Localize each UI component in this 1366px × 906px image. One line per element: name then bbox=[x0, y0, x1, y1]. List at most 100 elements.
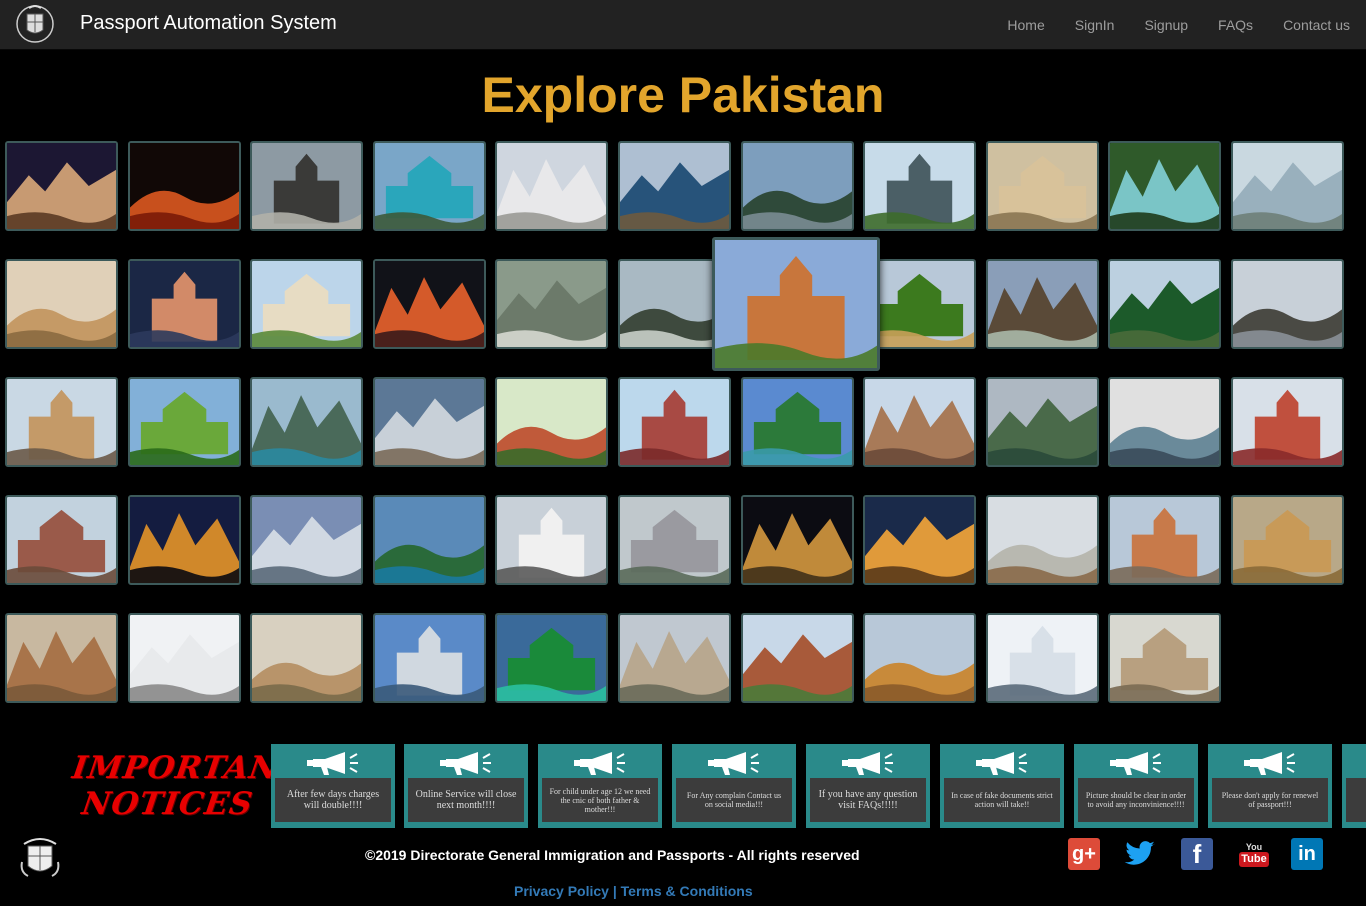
nav-faqs[interactable]: FAQs bbox=[1203, 0, 1268, 50]
notice-card[interactable]: In case of fake documents strict action … bbox=[940, 744, 1064, 828]
gallery-photo-tile[interactable] bbox=[863, 495, 977, 585]
notice-card[interactable]: For child under age 12 we need the cnic … bbox=[538, 744, 662, 828]
gallery-photo-tile[interactable] bbox=[250, 259, 364, 349]
emblem-logo-icon[interactable] bbox=[15, 4, 55, 44]
gallery-photo-tile[interactable] bbox=[863, 377, 977, 467]
nav-signin[interactable]: SignIn bbox=[1060, 0, 1130, 50]
notice-body: Picture should be clear in order to avoi… bbox=[1078, 778, 1194, 822]
google-plus-icon[interactable]: g+ bbox=[1068, 838, 1100, 870]
gallery-photo-tile[interactable] bbox=[372, 259, 486, 349]
gallery-photo-tile[interactable] bbox=[250, 613, 364, 703]
facebook-icon[interactable]: f bbox=[1181, 838, 1213, 870]
footer-links: Privacy Policy | Terms & Conditions bbox=[514, 883, 753, 899]
gallery-photo-tile[interactable] bbox=[1108, 613, 1222, 703]
gallery-photo-tile[interactable] bbox=[1231, 377, 1344, 467]
notice-body: For Any complain Contact us on social me… bbox=[676, 778, 792, 822]
gallery-photo-tile[interactable] bbox=[5, 141, 118, 231]
gallery-photo-tile[interactable] bbox=[1231, 495, 1344, 585]
gallery-photo-tile[interactable] bbox=[372, 141, 486, 231]
gallery-photo-tile[interactable] bbox=[5, 495, 118, 585]
notice-card[interactable]: Please don't apply for renewel of passpo… bbox=[1208, 744, 1332, 828]
gallery-photo-tile[interactable] bbox=[250, 141, 364, 231]
terms-conditions-link[interactable]: Terms & Conditions bbox=[621, 883, 753, 899]
notice-body: After few days charges will double!!!! bbox=[275, 778, 391, 822]
gallery-photo-tile[interactable] bbox=[618, 141, 731, 231]
privacy-policy-link[interactable]: Privacy Policy bbox=[514, 883, 609, 899]
gallery-photo-tile[interactable] bbox=[495, 613, 609, 703]
notice-card[interactable]: Online Service will close next month!!!! bbox=[404, 744, 528, 828]
gallery-photo-tile[interactable] bbox=[985, 141, 1099, 231]
gallery-photo-tile[interactable] bbox=[1231, 141, 1344, 231]
gallery-photo-tile[interactable] bbox=[740, 141, 854, 231]
gallery-photo-tile[interactable] bbox=[985, 259, 1099, 349]
landscape-photo-icon bbox=[7, 379, 116, 465]
landscape-photo-icon bbox=[374, 615, 484, 701]
gallery-photo-tile[interactable] bbox=[372, 495, 486, 585]
notice-card[interactable]: For Any complain Contact us on social me… bbox=[672, 744, 796, 828]
gallery-photo-tile[interactable] bbox=[1108, 259, 1222, 349]
landscape-photo-icon bbox=[987, 379, 1097, 465]
landscape-photo-icon bbox=[252, 615, 362, 701]
megaphone-icon bbox=[1346, 748, 1366, 778]
gallery-photo-tile[interactable] bbox=[127, 141, 241, 231]
landscape-photo-icon bbox=[987, 615, 1097, 701]
gallery-photo-tile[interactable] bbox=[863, 141, 977, 231]
gallery-photo-tile[interactable] bbox=[127, 259, 241, 349]
gallery-photo-tile[interactable] bbox=[495, 259, 609, 349]
gallery-photo-tile[interactable] bbox=[740, 377, 854, 467]
gallery-photo-tile[interactable] bbox=[250, 377, 364, 467]
landscape-photo-icon bbox=[1110, 143, 1220, 229]
landscape-photo-icon bbox=[1110, 379, 1220, 465]
gallery-photo-tile[interactable] bbox=[372, 377, 486, 467]
gallery-photo-tile[interactable] bbox=[985, 495, 1099, 585]
gallery-photo-tile[interactable] bbox=[1108, 141, 1222, 231]
gallery-photo-tile[interactable] bbox=[495, 495, 609, 585]
notice-card[interactable]: Picture should be clear in order to avoi… bbox=[1074, 744, 1198, 828]
gallery-photo-tile[interactable] bbox=[5, 377, 118, 467]
landscape-photo-icon bbox=[252, 379, 362, 465]
gallery-photo-tile[interactable] bbox=[127, 377, 241, 467]
gallery-photo-tile[interactable] bbox=[5, 259, 118, 349]
nav-home[interactable]: Home bbox=[992, 0, 1059, 50]
gallery-photo-tile[interactable] bbox=[618, 613, 731, 703]
notice-text: For Any complain Contact us on social me… bbox=[686, 791, 782, 809]
landscape-photo-icon bbox=[497, 615, 607, 701]
nav-contact-us[interactable]: Contact us bbox=[1268, 0, 1366, 50]
gallery-photo-tile[interactable] bbox=[618, 377, 731, 467]
gallery-photo-tile[interactable] bbox=[1108, 495, 1222, 585]
gallery-photo-tile[interactable] bbox=[495, 141, 609, 231]
gallery-photo-tile[interactable] bbox=[863, 259, 977, 349]
gallery-photo-tile[interactable] bbox=[5, 613, 118, 703]
notice-card[interactable]: Th... A... of... bbox=[1342, 744, 1366, 828]
notice-body: For child under age 12 we need the cnic … bbox=[542, 778, 658, 822]
gallery-photo-tile[interactable] bbox=[127, 613, 241, 703]
gallery-photo-tile[interactable] bbox=[1231, 259, 1344, 349]
brand-title[interactable]: Passport Automation System bbox=[80, 12, 337, 35]
gallery-photo-tile[interactable] bbox=[127, 495, 241, 585]
gallery-photo-tile[interactable] bbox=[250, 495, 364, 585]
twitter-icon[interactable] bbox=[1124, 838, 1156, 870]
linkedin-icon[interactable]: in bbox=[1291, 838, 1323, 870]
gallery-photo-tile[interactable] bbox=[1108, 377, 1222, 467]
notice-body: In case of fake documents strict action … bbox=[944, 778, 1060, 822]
copyright-text: ©2019 Directorate General Immigration an… bbox=[365, 847, 860, 863]
gallery-photo-tile[interactable] bbox=[740, 495, 854, 585]
gallery-photo-tile[interactable] bbox=[863, 613, 977, 703]
gallery-photo-tile[interactable] bbox=[740, 613, 854, 703]
gallery-photo-tile[interactable] bbox=[985, 613, 1099, 703]
page-title: Explore Pakistan bbox=[481, 67, 885, 123]
notices-marquee: IMPORTANT NOTICES After few days charges… bbox=[0, 740, 1366, 828]
landscape-photo-icon bbox=[715, 240, 877, 368]
gallery-photo-tile[interactable] bbox=[618, 495, 731, 585]
gallery-photo-tile[interactable] bbox=[712, 237, 880, 371]
gallery-photo-tile[interactable] bbox=[985, 377, 1099, 467]
landscape-photo-icon bbox=[987, 261, 1097, 347]
notice-card[interactable]: After few days charges will double!!!! bbox=[271, 744, 395, 828]
notice-card[interactable]: If you have any question visit FAQs!!!!! bbox=[806, 744, 930, 828]
nav-signup[interactable]: Signup bbox=[1129, 0, 1203, 50]
landscape-photo-icon bbox=[497, 379, 607, 465]
gallery-photo-tile[interactable] bbox=[495, 377, 609, 467]
youtube-icon[interactable]: You Tube bbox=[1238, 838, 1270, 870]
landscape-photo-icon bbox=[1233, 143, 1342, 229]
gallery-photo-tile[interactable] bbox=[372, 613, 486, 703]
